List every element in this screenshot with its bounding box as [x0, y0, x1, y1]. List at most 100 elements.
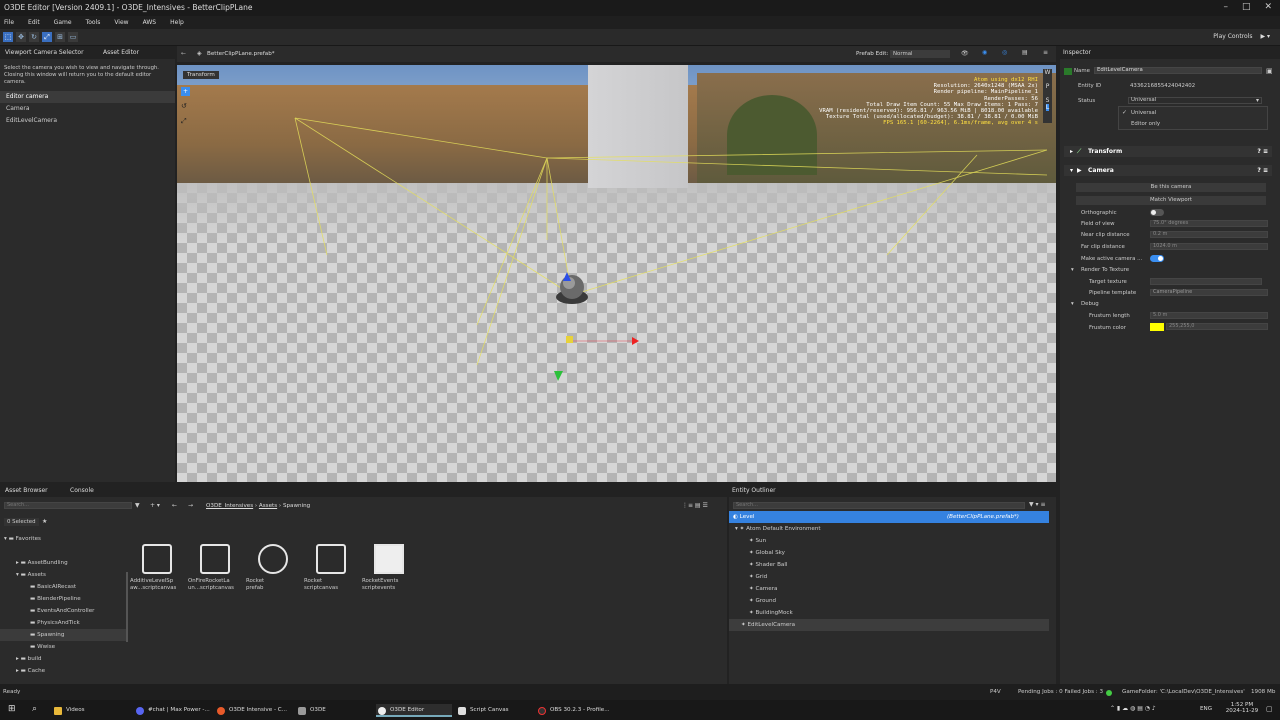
forward-arrow-icon[interactable]: → [188, 502, 193, 509]
name-field[interactable]: EditLevelCamera [1094, 67, 1262, 74]
tab-inspector[interactable]: Inspector [1063, 49, 1091, 56]
star-icon[interactable]: ★ [42, 518, 47, 525]
camera-icon[interactable]: ◉ [982, 49, 987, 56]
tree-item-spawning[interactable]: ▬ Spawning [0, 629, 126, 641]
entity-item-camera[interactable]: ✦ Camera [729, 583, 1049, 595]
asset-tile[interactable]: RocketEvents scriptevents [362, 544, 410, 592]
asset-search-input[interactable]: Search... [4, 502, 132, 509]
scrollbar[interactable] [126, 572, 128, 642]
3d-viewport[interactable]: Transform + ↺ ⤢ Atom using dx12 RHI Reso… [177, 65, 1056, 482]
taskbar-script-canvas[interactable]: Script Canvas [456, 704, 532, 717]
tab-asset-browser[interactable]: Asset Browser [5, 487, 48, 494]
menu-aws[interactable]: AWS [143, 19, 157, 26]
gizmo-y-axis[interactable] [554, 371, 563, 381]
tree-item-physicsandtick[interactable]: ▬ PhysicsAndTick [0, 617, 126, 629]
entity-item-level[interactable]: ◐ Level (BetterClipPLane.prefab*) [729, 511, 1049, 523]
close-icon[interactable]: ✕ [1264, 2, 1272, 12]
asset-tile[interactable]: OnFireRocketLa un...scriptcanvas [188, 544, 236, 592]
taskbar-o3de[interactable]: O3DE [296, 704, 372, 717]
tree-item-eventsandcontroller[interactable]: ▬ EventsAndController [0, 605, 126, 617]
viewport-tab[interactable]: BetterClipPLane.prefab* [207, 51, 275, 57]
clock[interactable]: 1:52 PM 2024-11-29 [1222, 702, 1262, 714]
menu-icon[interactable]: ≡ [1043, 49, 1048, 56]
entity-item-buildingmock[interactable]: ✦ BuildingMock [729, 607, 1049, 619]
gizmo-origin[interactable] [566, 336, 573, 343]
tree-item-basicairecast[interactable]: ▬ BasicAIRecast [0, 581, 126, 593]
tree-item-blenderpipeline[interactable]: ▬ BlenderPipeline [0, 593, 126, 605]
asset-tile[interactable]: AdditiveLevelSp aw...scriptcanvas [130, 544, 178, 592]
be-this-camera-button[interactable]: Be this camera [1076, 183, 1266, 192]
view-cube[interactable]: WPSL [1043, 69, 1052, 123]
layout-icon[interactable]: ▤ [1022, 49, 1028, 56]
camera-item-camera[interactable]: Camera [0, 103, 175, 115]
tray-icons[interactable]: ⌃ ▮ ☁ ◍ ▤ ◔ ♪ [1110, 705, 1156, 712]
filter-icon[interactable]: ▼ [135, 502, 140, 509]
menu-view[interactable]: View [114, 19, 128, 26]
taskbar-obs[interactable]: OBS 30.2.3 - Profile... [536, 704, 616, 717]
notification-icon[interactable]: ▢ [1266, 705, 1273, 713]
chevron-down-icon[interactable]: ▾ [1070, 165, 1073, 176]
tab-entity-outliner[interactable]: Entity Outliner [732, 487, 776, 494]
tree-item-cache[interactable]: ▸ ▬ Cache [0, 665, 126, 677]
view-mode-icon[interactable]: ⋮≡ ▤ ☰ [682, 502, 708, 509]
prefab-edit-dropdown[interactable]: Normal [890, 50, 950, 58]
minimize-icon[interactable]: – [1223, 2, 1228, 12]
asset-tile[interactable]: Rocket prefab [246, 544, 294, 592]
tree-item-assets[interactable]: ▾ ▬ Assets [0, 569, 126, 581]
menu-help[interactable]: Help [170, 19, 184, 26]
entity-item-sun[interactable]: ✦ Sun [729, 535, 1049, 547]
camera-section-header[interactable]: ▾ ▶ Camera ? ≡ [1064, 165, 1272, 176]
p4v-status[interactable]: P4V [990, 689, 1001, 695]
frustum-color-field[interactable]: 255,255,0 [1166, 323, 1268, 330]
match-viewport-button[interactable]: Match Viewport [1076, 196, 1266, 205]
entity-item-ground[interactable]: ✦ Ground [729, 595, 1049, 607]
gizmo-x-axis[interactable] [632, 337, 639, 345]
helpers-icon[interactable]: ◎ [1002, 49, 1007, 56]
pipeline-template-field[interactable]: CameraPipeline [1150, 289, 1268, 296]
play-icon[interactable]: ▶ [1260, 33, 1265, 40]
chevron-down-icon[interactable]: ▾ [1256, 97, 1259, 104]
near-clip-field[interactable]: 0.2 m [1150, 231, 1268, 238]
status-dropdown[interactable]: Universal [1128, 97, 1262, 104]
move-tool-icon[interactable]: ✥ [16, 32, 26, 42]
maximize-icon[interactable]: □ [1242, 2, 1251, 12]
chevron-down-icon[interactable]: ▾ [1071, 301, 1074, 307]
tab-viewport-camera-selector[interactable]: Viewport Camera Selector [5, 49, 84, 56]
status-option-editor-only[interactable]: Editor only [1131, 121, 1160, 127]
tab-asset-editor[interactable]: Asset Editor [103, 49, 139, 56]
make-active-toggle[interactable] [1150, 255, 1164, 262]
add-icon[interactable]: + ▾ [150, 502, 160, 509]
add-icon[interactable]: + [181, 87, 190, 96]
tree-item-build[interactable]: ▸ ▬ build [0, 653, 126, 665]
entity-item-shader-ball[interactable]: ✦ Shader Ball [729, 559, 1049, 571]
camera-item-editlevelcamera[interactable]: EditLevelCamera [0, 115, 175, 127]
fov-field[interactable]: 75.0° degrees [1150, 220, 1268, 227]
language-indicator[interactable]: ENG [1200, 706, 1212, 712]
entity-item-editlevelcamera[interactable]: ✦ EditLevelCamera [729, 619, 1049, 631]
taskbar-chat[interactable]: #chat | Max Power -... [134, 704, 210, 717]
tree-item-assetbundling[interactable]: ▸ ▬ AssetBundling [0, 557, 126, 569]
entity-item-global-sky[interactable]: ✦ Global Sky [729, 547, 1049, 559]
camera-item-editor[interactable]: Editor camera [0, 91, 175, 103]
menu-edit[interactable]: Edit [28, 19, 40, 26]
scale-tool-icon[interactable]: ⤢ [42, 32, 52, 42]
tab-console[interactable]: Console [70, 487, 94, 494]
taskbar-videos[interactable]: Videos [52, 704, 128, 717]
transform-section-header[interactable]: ▸ ⟋ Transform ? ≡ [1064, 146, 1272, 157]
menu-tools[interactable]: Tools [86, 19, 101, 26]
back-arrow-icon[interactable]: ← [172, 502, 177, 509]
orthographic-toggle[interactable] [1150, 209, 1164, 216]
rotate-tool-icon[interactable]: ↻ [29, 32, 39, 42]
entity-item-grid[interactable]: ✦ Grid [729, 571, 1049, 583]
snap-tool-icon[interactable]: ⊞ [55, 32, 65, 42]
chevron-down-icon[interactable]: ▾ [1267, 33, 1270, 40]
menu-file[interactable]: File [4, 19, 14, 26]
frustum-color-swatch[interactable] [1150, 323, 1164, 331]
lock-icon[interactable]: ▣ [1266, 67, 1273, 75]
search-icon[interactable]: ⌕ [32, 704, 37, 714]
tree-item-wwise[interactable]: ▬ Wwise [0, 641, 126, 653]
help-icon[interactable]: ? ≡ [1257, 165, 1268, 176]
filter-icon[interactable]: ▼ ▾ ≡ [1029, 501, 1045, 508]
scale-icon[interactable]: ⤢ [181, 117, 187, 126]
entity-search-input[interactable]: Search... [733, 502, 1025, 509]
